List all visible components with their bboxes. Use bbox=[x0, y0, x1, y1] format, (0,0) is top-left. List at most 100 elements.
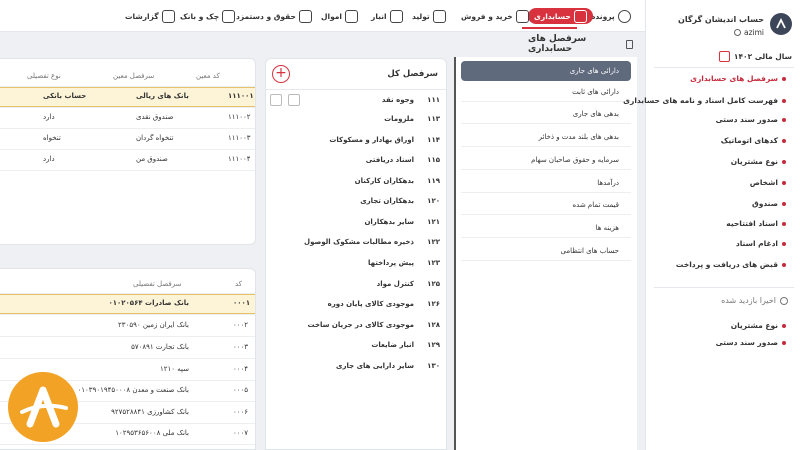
group-item[interactable]: قیمت تمام شده bbox=[573, 201, 620, 209]
tafsili-name[interactable]: بانک کشاورزی ۹۲۷۵۲۸۸۴۱ bbox=[111, 408, 189, 416]
moein-name[interactable]: بانک های ریالی bbox=[136, 92, 189, 100]
bullet-icon bbox=[782, 262, 786, 267]
tafsili-code[interactable]: ۰۰۰۳ bbox=[233, 343, 248, 351]
group-item[interactable]: دارائی های ثابت bbox=[572, 88, 619, 96]
sidebar-item[interactable]: فهرست کامل اسناد و نامه های حسابداری bbox=[623, 96, 786, 105]
tafsili-name[interactable]: بانک ایران زمین ۲۳۰۵۹۰ bbox=[118, 321, 189, 329]
tafsili-name[interactable]: بانک صنعت و معدن ۰۱۰۳۹۰۱۹۴۵۰۰۰۸ bbox=[78, 386, 189, 394]
kol-name[interactable]: بدهکاران تجاری bbox=[360, 197, 414, 205]
tafsili-name[interactable]: بانک صادرات ۰۱۰۲۰۵۶۴ bbox=[108, 299, 189, 307]
folder-icon bbox=[617, 9, 631, 23]
sidebar-item[interactable]: صدور سند دستی bbox=[716, 115, 786, 124]
moein-name[interactable]: صندوق من bbox=[136, 155, 168, 163]
box-icon bbox=[432, 9, 446, 23]
group-item[interactable]: حساب های انتظامی bbox=[560, 247, 619, 255]
fiscal-year-selector[interactable]: سال مالی ۱۴۰۲ bbox=[718, 51, 792, 62]
moein-name[interactable]: تنخواه گردان bbox=[136, 134, 173, 142]
sidebar-item[interactable]: سرفصل های حسابداری bbox=[690, 74, 786, 83]
bookmark-icon[interactable] bbox=[625, 39, 633, 49]
sidebar-item[interactable]: صندوق bbox=[752, 199, 786, 208]
kol-name[interactable]: ذخیره مطالبات مشکوک الوصول bbox=[304, 238, 414, 246]
topnav-reports[interactable]: گزارشات bbox=[125, 8, 175, 24]
sidebar-item[interactable]: ادغام اسناد bbox=[736, 239, 786, 248]
kol-name[interactable]: کنترل مواد bbox=[377, 280, 414, 288]
kol-name[interactable]: موجودی کالای در جریان ساخت bbox=[308, 321, 414, 329]
kol-code[interactable]: ۱۲۶ bbox=[427, 300, 440, 308]
topnav-cheque-bank[interactable]: چک و بانک bbox=[180, 8, 236, 24]
sidebar-item[interactable]: قبض های دریافت و پرداخت bbox=[676, 260, 786, 269]
kol-name[interactable]: اسناد دریافتی bbox=[366, 156, 414, 164]
kol-code[interactable]: ۱۲۳ bbox=[427, 259, 440, 267]
topnav-file[interactable]: پرونده bbox=[591, 8, 631, 24]
tafsili-code[interactable]: ۰۰۰۶ bbox=[233, 408, 248, 416]
moein-type[interactable]: دارد bbox=[43, 113, 55, 121]
kol-code[interactable]: ۱۲۸ bbox=[427, 321, 440, 329]
moein-type[interactable]: دارد bbox=[43, 155, 55, 163]
kol-code[interactable]: ۱۱۳ bbox=[427, 115, 440, 123]
kol-accounts-panel: سرفصل کل + ۱۱۱ وجوه نقد ۱۱۳ ملزومات ۱۱۴ اوراق… bbox=[265, 58, 447, 450]
kol-code[interactable]: ۱۲۹ bbox=[427, 341, 440, 349]
kol-code[interactable]: ۱۳۰ bbox=[427, 362, 440, 370]
tafsili-name[interactable]: بانک ملی ۱۰۲۹۵۳۶۵۶۰۰۸ bbox=[115, 429, 189, 437]
kol-name[interactable]: سایر بدهکاران bbox=[364, 218, 414, 226]
topnav-production[interactable]: تولید bbox=[412, 8, 446, 24]
kol-code[interactable]: ۱۱۵ bbox=[427, 156, 440, 164]
edit-icon[interactable] bbox=[288, 94, 300, 106]
delete-icon[interactable] bbox=[270, 94, 282, 106]
tafsili-name[interactable]: بانک تجارت ۵۷۰۸۹۱ bbox=[131, 343, 189, 351]
topnav-assets[interactable]: اموال bbox=[321, 8, 358, 24]
kol-code[interactable]: ۱۲۲ bbox=[427, 238, 440, 246]
recent-item[interactable]: نوع مشتریان bbox=[731, 321, 786, 330]
group-item[interactable]: بدهی های بلند مدت و ذخائر bbox=[539, 133, 619, 141]
kol-name[interactable]: اوراق بهادار و مسکوکات bbox=[329, 136, 414, 144]
kol-name[interactable]: پیش پرداختها bbox=[368, 259, 414, 267]
kol-code[interactable]: ۱۲۵ bbox=[427, 280, 440, 288]
group-item[interactable]: هزینه ها bbox=[596, 224, 619, 232]
sidebar-item[interactable]: اسناد افتتاحیه bbox=[726, 219, 786, 228]
brand-logo bbox=[8, 372, 78, 442]
group-item[interactable]: دارائی های جاری bbox=[570, 67, 619, 75]
add-icon[interactable]: + bbox=[272, 65, 290, 83]
moein-code[interactable]: ۱۱۱۰۰۲ bbox=[228, 113, 251, 121]
sidebar-item[interactable]: نوع مشتریان bbox=[731, 157, 786, 166]
kol-name[interactable]: انبار ضایعات bbox=[371, 341, 414, 349]
topnav-sales[interactable]: خرید و فروش bbox=[461, 8, 529, 24]
kol-code[interactable]: ۱۱۱ bbox=[427, 96, 440, 104]
group-item[interactable]: بدهی های جاری bbox=[573, 110, 619, 118]
kol-code[interactable]: ۱۱۴ bbox=[427, 136, 440, 144]
tafsili-code[interactable]: ۰۰۰۷ bbox=[233, 429, 248, 437]
brand-logo-mark bbox=[20, 386, 68, 428]
kol-code[interactable]: ۱۲۱ bbox=[427, 218, 440, 226]
bullet-icon bbox=[782, 76, 786, 81]
tafsili-code[interactable]: ۰۰۰۱ bbox=[233, 299, 250, 307]
topnav-accounting[interactable]: حسابداری bbox=[528, 8, 593, 24]
group-item[interactable]: درآمدها bbox=[597, 179, 619, 187]
tafsili-code[interactable]: ۰۰۰۴ bbox=[233, 365, 248, 373]
tafsili-name[interactable]: سپه ۱۲۱۰ bbox=[160, 365, 189, 373]
sidebar-item[interactable]: کدهای اتوماتیک bbox=[721, 136, 786, 145]
payroll-icon bbox=[298, 9, 312, 23]
moein-type[interactable]: حساب بانکی bbox=[43, 92, 86, 100]
kol-name[interactable]: سایر دارایی های جاری bbox=[336, 362, 414, 370]
report-icon bbox=[161, 9, 175, 23]
tafsili-code[interactable]: ۰۰۰۲ bbox=[233, 321, 248, 329]
kol-name[interactable]: بدهکاران کارکنان bbox=[355, 177, 414, 185]
topnav-warehouse[interactable]: انبار bbox=[371, 8, 403, 24]
kol-code[interactable]: ۱۱۹ bbox=[427, 177, 440, 185]
kol-name[interactable]: موجودی کالای پایان دوره bbox=[328, 300, 414, 308]
moein-type[interactable]: تنخواه bbox=[43, 134, 61, 142]
kol-name[interactable]: وجوه نقد bbox=[382, 96, 414, 104]
bullet-icon bbox=[782, 117, 786, 122]
moein-code[interactable]: ۱۱۱۰۰۳ bbox=[228, 134, 251, 142]
moein-code[interactable]: ۱۱۱۰۰۴ bbox=[228, 155, 251, 163]
moein-name[interactable]: صندوق نقدی bbox=[136, 113, 173, 121]
moein-code[interactable]: ۱۱۱۰۰۱ bbox=[228, 92, 254, 100]
tafsili-code[interactable]: ۰۰۰۵ bbox=[233, 386, 248, 394]
current-user[interactable]: azimi bbox=[733, 28, 764, 37]
sidebar-item[interactable]: اشخاص bbox=[750, 178, 786, 187]
topnav-payroll[interactable]: حقوق و دستمزد bbox=[236, 8, 312, 24]
recent-item[interactable]: صدور سند دستی bbox=[716, 338, 786, 347]
kol-name[interactable]: ملزومات bbox=[384, 115, 414, 123]
group-item[interactable]: سرمایه و حقوق صاحبان سهام bbox=[531, 156, 619, 164]
kol-code[interactable]: ۱۲۰ bbox=[427, 197, 440, 205]
